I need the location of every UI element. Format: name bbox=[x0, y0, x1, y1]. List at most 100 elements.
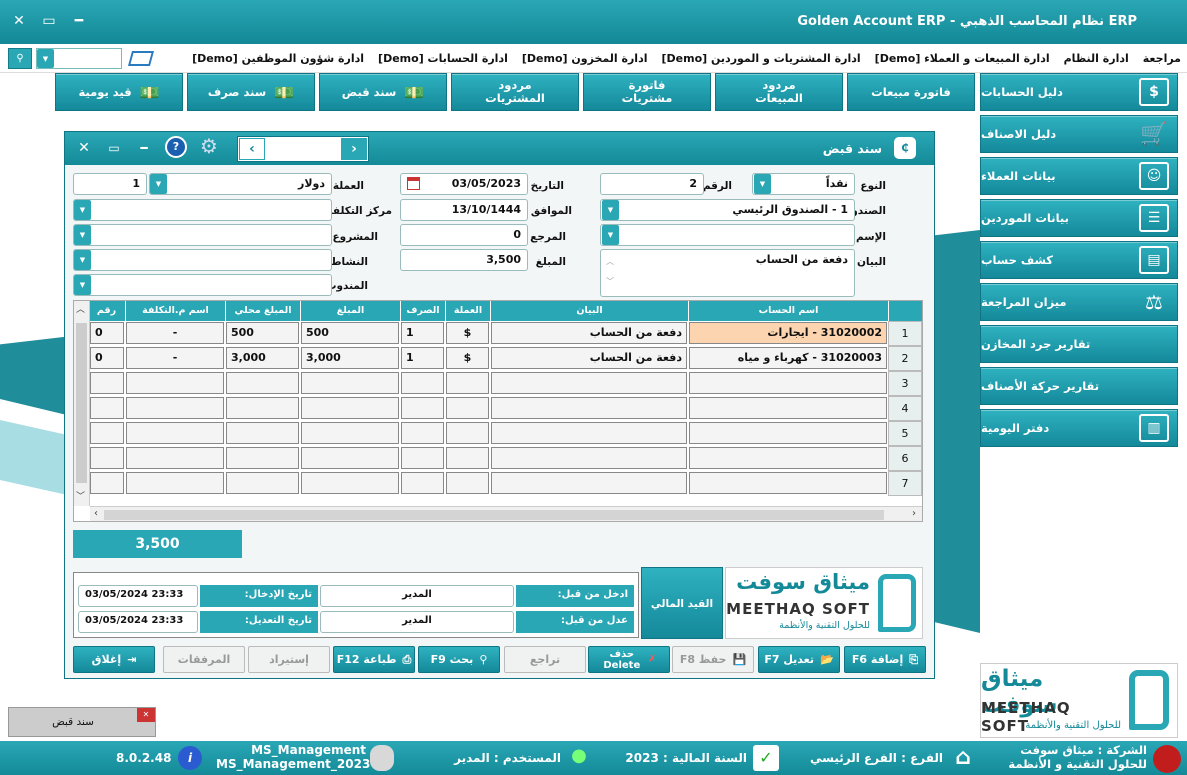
sidebar-item-suppliers[interactable]: ☰ بيانات الموردين bbox=[980, 199, 1178, 237]
project-select[interactable] bbox=[73, 224, 332, 246]
amount-field[interactable]: 3,500 bbox=[400, 249, 528, 271]
col-header[interactable]: اسم الحساب bbox=[688, 301, 888, 321]
row-number[interactable]: 1 bbox=[888, 321, 922, 346]
grid-cell-statement[interactable] bbox=[491, 372, 687, 394]
grid-cell-account[interactable] bbox=[689, 397, 887, 419]
grid-cell-cost[interactable] bbox=[126, 372, 224, 394]
grid-cell-cost[interactable] bbox=[126, 422, 224, 444]
sidebar-item-statement[interactable]: ▤ كشف حساب bbox=[980, 241, 1178, 279]
row-number[interactable]: 4 bbox=[888, 396, 922, 421]
grid-cell-amount[interactable] bbox=[301, 397, 399, 419]
grid-cell-account[interactable] bbox=[689, 422, 887, 444]
grid-cell-statement[interactable] bbox=[491, 397, 687, 419]
col-header[interactable]: المبلغ محلي bbox=[225, 301, 300, 321]
open-window-tab[interactable]: ✕ سند قبض bbox=[8, 707, 156, 737]
grid-cell-currency[interactable] bbox=[446, 422, 489, 444]
grid-cell-currency[interactable]: $ bbox=[446, 347, 489, 369]
scroll-down-icon[interactable]: ﹀ bbox=[76, 489, 85, 502]
grid-cell-num[interactable] bbox=[90, 422, 124, 444]
search-button[interactable]: ⚲ بحث F9 bbox=[418, 646, 500, 673]
quick-select[interactable]: ▼ bbox=[36, 48, 122, 69]
revert-button[interactable]: تراجع bbox=[504, 646, 586, 673]
grid-cell-rate[interactable] bbox=[401, 472, 444, 494]
grid-cell-rate[interactable]: 1 bbox=[401, 347, 444, 369]
row-number[interactable]: 3 bbox=[888, 371, 922, 396]
col-header[interactable]: المبلغ bbox=[300, 301, 400, 321]
box-select[interactable]: 1 - الصندوق الرئيسي bbox=[600, 199, 855, 221]
record-number[interactable]: 2 bbox=[268, 138, 338, 160]
sidebar-item-journal-book[interactable]: ▥ دفتر اليومية bbox=[980, 409, 1178, 447]
close-button[interactable]: ⇥ إغلاق bbox=[73, 646, 155, 673]
col-header[interactable]: العملة bbox=[445, 301, 490, 321]
grid-cell-account[interactable] bbox=[689, 447, 887, 469]
grid-cell-amount[interactable] bbox=[301, 447, 399, 469]
grid-cell-local[interactable] bbox=[226, 447, 299, 469]
maximize-icon[interactable]: ▭ bbox=[101, 136, 127, 160]
scrollbar[interactable]: ︿ ﹀ bbox=[605, 252, 615, 294]
tile-purchase-return[interactable]: مردود المشتريات bbox=[451, 73, 579, 111]
next-record-button[interactable]: › bbox=[341, 138, 367, 160]
grid-cell-currency[interactable] bbox=[446, 472, 489, 494]
attachments-button[interactable]: المرفقات bbox=[163, 646, 245, 673]
grid-cell-amount[interactable] bbox=[301, 422, 399, 444]
grid-cell-cost[interactable] bbox=[126, 447, 224, 469]
menu-review[interactable]: مراجعة bbox=[1143, 52, 1181, 65]
delegate-select[interactable] bbox=[73, 274, 332, 296]
grid-cell-num[interactable] bbox=[90, 472, 124, 494]
finance-entry-button[interactable]: القيد المالي bbox=[641, 567, 723, 639]
col-header[interactable]: رقم bbox=[87, 301, 125, 321]
minimize-window-button[interactable]: ━ bbox=[64, 6, 94, 36]
info-icon[interactable]: i bbox=[178, 746, 202, 770]
grid-cell-cost[interactable] bbox=[126, 397, 224, 419]
menu-sales[interactable]: ادارة المبيعات و العملاء [Demo] bbox=[875, 52, 1050, 65]
sidebar-item-item-movement[interactable]: تقارير حركة الأصناف bbox=[980, 367, 1178, 405]
col-header[interactable]: البيان bbox=[490, 301, 688, 321]
chevron-down-icon[interactable]: ▼ bbox=[754, 174, 771, 194]
edit-button[interactable]: 📂 تعديل F7 bbox=[758, 646, 840, 673]
grid-cell-cost[interactable]: - bbox=[126, 322, 224, 344]
chevron-down-icon[interactable]: ▼ bbox=[37, 49, 54, 68]
activity-select[interactable] bbox=[73, 249, 332, 271]
chevron-down-icon[interactable]: ▼ bbox=[74, 200, 91, 220]
grid-cell-cost[interactable]: - bbox=[126, 347, 224, 369]
grid-cell-statement[interactable] bbox=[491, 447, 687, 469]
tile-purchase-invoice[interactable]: فاتورة مشتريات bbox=[583, 73, 711, 111]
vertical-scrollbar[interactable]: ︿ ﹀ bbox=[74, 301, 90, 506]
chevron-down-icon[interactable]: ▼ bbox=[602, 200, 619, 220]
grid-cell-local[interactable] bbox=[226, 372, 299, 394]
grid-cell-statement[interactable] bbox=[491, 422, 687, 444]
menu-accounts[interactable]: ادارة الحسابات [Demo] bbox=[378, 52, 508, 65]
close-icon[interactable]: ✕ bbox=[137, 708, 155, 722]
grid-cell-cost[interactable] bbox=[126, 472, 224, 494]
tile-receipt-voucher[interactable]: 💵 سند قبض bbox=[319, 73, 447, 111]
col-header[interactable]: اسم م.التكلفة bbox=[125, 301, 225, 321]
save-button[interactable]: 💾 حفظ F8 bbox=[672, 646, 754, 673]
menu-inventory[interactable]: ادارة المخزون [Demo] bbox=[522, 52, 648, 65]
close-window-button[interactable]: ✕ bbox=[4, 6, 34, 36]
grid-cell-statement[interactable]: دفعة من الحساب bbox=[491, 322, 687, 344]
scroll-up-icon[interactable]: ︿ bbox=[76, 302, 85, 315]
row-number[interactable]: 5 bbox=[888, 421, 922, 446]
tile-payment-voucher[interactable]: 💵 سند صرف bbox=[187, 73, 315, 111]
menu-hr[interactable]: ادارة شؤون الموظفين [Demo] bbox=[192, 52, 364, 65]
grid-cell-local[interactable] bbox=[226, 472, 299, 494]
scroll-thumb[interactable] bbox=[76, 323, 87, 483]
grid-cell-amount[interactable]: 500 bbox=[301, 322, 399, 344]
grid-cell-num[interactable] bbox=[90, 447, 124, 469]
name-select[interactable] bbox=[600, 224, 855, 246]
scroll-thumb[interactable] bbox=[104, 510, 884, 520]
binoculars-icon[interactable]: ⚲ bbox=[8, 48, 32, 69]
tile-sales-invoice[interactable]: فاتورة مبيعات bbox=[847, 73, 975, 111]
eraser-icon[interactable] bbox=[127, 51, 155, 66]
reference-field[interactable]: 0 bbox=[400, 224, 528, 246]
close-icon[interactable]: ✕ bbox=[71, 136, 97, 160]
menu-purchases[interactable]: ادارة المشتريات و الموردين [Demo] bbox=[662, 52, 861, 65]
help-icon[interactable]: ? bbox=[165, 136, 187, 158]
grid-cell-currency[interactable] bbox=[446, 397, 489, 419]
grid-cell-currency[interactable] bbox=[446, 372, 489, 394]
grid-cell-account[interactable]: 31020003 - كهرباء و مياه bbox=[689, 347, 887, 369]
grid-cell-amount[interactable]: 3,000 bbox=[301, 347, 399, 369]
print-button[interactable]: ⎙ طباعة F12 bbox=[333, 646, 415, 673]
horizontal-scrollbar[interactable]: ‹ › bbox=[90, 506, 922, 521]
cost-center-select[interactable] bbox=[73, 199, 332, 221]
